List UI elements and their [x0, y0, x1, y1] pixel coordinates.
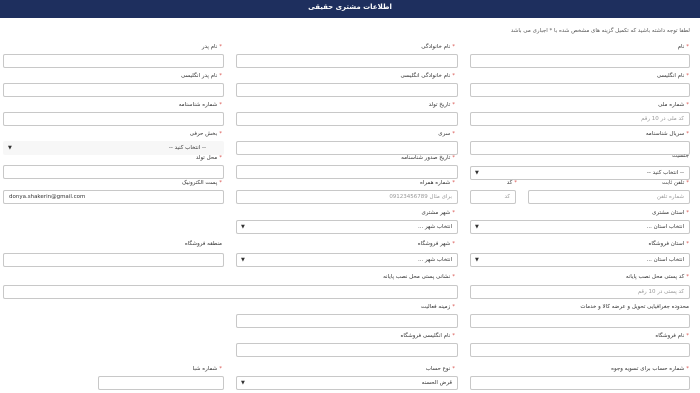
father-name-label: *نام پدر — [201, 44, 222, 50]
chevron-down-icon: ▼ — [475, 170, 479, 176]
required-fields-note: لطفا توجه داشته باشید که تکمیل گزینه های… — [510, 28, 690, 34]
email-input[interactable]: donya.shakerin@gmail.com — [3, 190, 224, 204]
chevron-down-icon: ▼ — [475, 224, 479, 230]
account-type-label: *نوع حساب — [425, 366, 455, 372]
code-label: *کد — [506, 180, 517, 186]
phone-label: *تلفن ثابت — [662, 180, 689, 186]
account-type-select[interactable]: قرض الحسنه ▼ — [236, 376, 458, 390]
gender-label: جنسیت — [671, 153, 689, 159]
area-code-input[interactable]: کد — [470, 190, 516, 204]
last-name-label: *نام خانوادگی — [421, 44, 455, 50]
id-issue-date-label: *تاریخ صدور شناسنامه — [401, 155, 455, 161]
chevron-down-icon: ▼ — [241, 224, 245, 230]
chevron-down-icon: ▼ — [241, 257, 245, 263]
birth-date-label: *تاریخ تولد — [428, 102, 455, 108]
birth-place-label: *محل تولد — [195, 155, 222, 161]
store-province-select[interactable]: انتخاب استان ... ▼ — [470, 253, 690, 267]
series-label: *سری — [438, 131, 455, 137]
store-name-en-label: *نام انگلیسی فروشگاه — [400, 333, 455, 339]
birth-date-input[interactable] — [236, 112, 458, 126]
name-en-label: *نام انگلیسی — [656, 73, 689, 79]
father-name-en-label: *نام پدر انگلیسی — [181, 73, 222, 79]
father-name-en-input[interactable] — [3, 83, 224, 97]
name-label: *نام — [677, 44, 689, 50]
sheba-label: *شماره شبا — [192, 366, 222, 372]
postal-code-label: *کد پستی محل نصب پایانه — [625, 274, 689, 280]
id-serial-label: *سریال شناسنامه — [645, 131, 689, 137]
last-name-input[interactable] — [236, 54, 458, 68]
geo-scope-input[interactable] — [470, 314, 690, 328]
activity-field-input[interactable] — [236, 314, 458, 328]
last-name-en-input[interactable] — [236, 83, 458, 97]
activity-field-label: *زمینه فعالیت — [420, 304, 455, 310]
mobile-input[interactable]: برای مثال 09123456789 — [236, 190, 458, 204]
store-city-label: *شهر فروشگاه — [417, 241, 455, 247]
phone-input[interactable]: شماره تلفن — [528, 190, 690, 204]
postal-code-input[interactable]: کد پستی در 10 رقم — [470, 285, 690, 299]
mobile-label: *شماره همراه — [419, 180, 455, 186]
id-issue-date-input[interactable] — [236, 165, 458, 179]
store-province-label: *استان فروشگاه — [648, 241, 689, 247]
customer-province-select[interactable]: انتخاب استان ... ▼ — [470, 220, 690, 234]
id-number-label: *شماره شناسنامه — [178, 102, 222, 108]
last-name-en-label: *نام خانوادگی انگلیسی — [400, 73, 455, 79]
national-code-label: *شماره ملی — [658, 102, 689, 108]
settlement-account-input[interactable] — [470, 376, 690, 390]
form-title: اطلاعات مشتری حقیقی — [308, 3, 392, 11]
birth-place-input[interactable] — [3, 165, 224, 179]
store-name-input[interactable] — [470, 343, 690, 357]
form-header: اطلاعات مشتری حقیقی — [0, 0, 700, 18]
store-region-input[interactable] — [3, 253, 224, 267]
install-address-input[interactable] — [3, 285, 458, 299]
customer-city-select[interactable]: انتخاب شهر ... ▼ — [236, 220, 458, 234]
chevron-down-icon: ▼ — [475, 257, 479, 263]
customer-city-label: *شهر مشتری — [421, 210, 455, 216]
id-serial-input[interactable] — [470, 141, 690, 155]
sheba-input[interactable] — [98, 376, 224, 390]
store-name-label: *نام فروشگاه — [655, 333, 689, 339]
national-code-input[interactable]: کد ملی در 10 رقم — [470, 112, 690, 126]
series-section-label: *بخش حرفی — [189, 131, 222, 137]
store-region-label: منطقه فروشگاه — [184, 241, 222, 247]
gender-select[interactable]: -- انتخاب کنید -- ▼ — [470, 166, 690, 180]
customer-province-label: *استان مشتری — [652, 210, 689, 216]
store-name-en-input[interactable] — [236, 343, 458, 357]
name-en-input[interactable] — [470, 83, 690, 97]
settlement-account-label: *شماره حساب برای تسویه وجوه — [611, 366, 689, 372]
geo-scope-label: محدوده جغرافیایی تحویل و عرضه کالا و خدم… — [580, 304, 689, 310]
chevron-down-icon: ▼ — [241, 380, 245, 386]
id-number-input[interactable] — [3, 112, 224, 126]
email-label: *پست الکترونیک — [181, 180, 222, 186]
store-city-select[interactable]: انتخاب شهر ... ▼ — [236, 253, 458, 267]
install-address-label: *نشانی پستی محل نصب پایانه — [383, 274, 455, 280]
father-name-input[interactable] — [3, 54, 224, 68]
name-input[interactable] — [470, 54, 690, 68]
series-section-select[interactable]: -- انتخاب کنید -- ▼ — [3, 141, 224, 155]
chevron-down-icon: ▼ — [8, 145, 12, 151]
series-input[interactable] — [236, 141, 458, 155]
